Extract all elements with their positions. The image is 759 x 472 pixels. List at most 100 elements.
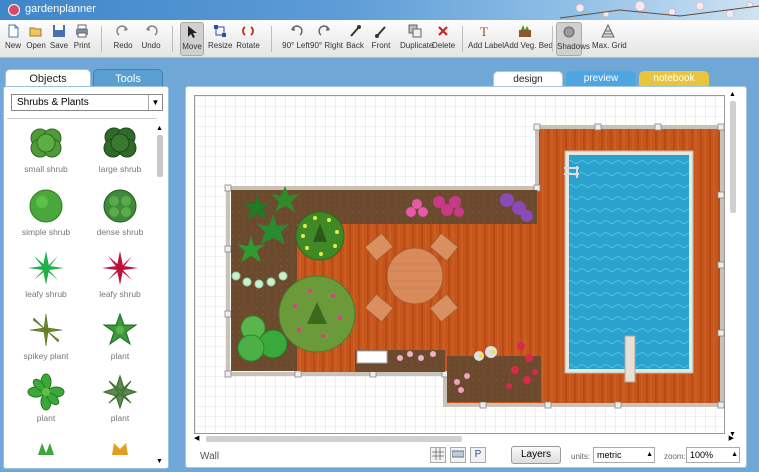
grid-view-button[interactable] (430, 447, 446, 463)
plant-item-partial[interactable] (11, 433, 81, 463)
units-value: metric (597, 450, 622, 460)
plant-item-large-shrub[interactable]: large shrub (85, 122, 155, 182)
shadows-button[interactable]: Shadows (556, 22, 590, 56)
canvas-vertical-scrollbar[interactable]: ▲ ▼ (728, 91, 738, 438)
scroll-left-icon[interactable]: ◀ (194, 434, 199, 442)
scroll-thumb[interactable] (157, 135, 163, 177)
delete-button[interactable]: Delete (432, 22, 455, 56)
move-button-label: Move (182, 42, 202, 51)
canvas-horizontal-scrollbar[interactable]: ◀ ▶ (194, 435, 734, 443)
open-button[interactable]: Open (26, 22, 46, 56)
resize-icon (214, 25, 226, 37)
redo-button[interactable]: Redo (112, 22, 134, 56)
add-veg-bed-button[interactable]: Add Veg. Bed (504, 22, 553, 56)
new-button[interactable]: New (4, 22, 22, 56)
plant-item-partial[interactable] (85, 433, 155, 463)
back-button-label: Back (346, 41, 364, 50)
add-label-button-label: Add Label (468, 41, 505, 50)
back-button[interactable]: Back (344, 22, 366, 56)
redo-icon (116, 25, 128, 36)
tab-objects[interactable]: Objects (5, 69, 91, 87)
layers-button[interactable]: Layers (511, 446, 561, 464)
save-button[interactable]: Save (49, 22, 69, 56)
garden-plan-drawing[interactable] (195, 96, 725, 434)
shadows-button-label: Shadows (557, 42, 590, 51)
leafy-plant-icon (27, 373, 65, 411)
ruler-view-button[interactable] (450, 447, 466, 463)
plant-item-leafy-shrub-green[interactable]: leafy shrub (11, 247, 81, 307)
plant-item-label: leafy shrub (99, 289, 141, 299)
units-dropdown[interactable]: metric ▲ (593, 447, 655, 463)
undo-icon (146, 25, 158, 36)
chevron-down-icon[interactable]: ▼ (148, 95, 162, 110)
units-label: units: (571, 452, 591, 461)
rotate-button[interactable]: Rotate (236, 22, 260, 56)
plant-item-dense-shrub[interactable]: dense shrub (85, 185, 155, 245)
partial-flower-icon (112, 443, 128, 455)
add-label-button[interactable]: T Add Label (468, 22, 505, 56)
max-grid-button-label: Max. Grid (592, 41, 627, 50)
move-cursor-icon (188, 26, 197, 38)
plant-item-label: dense shrub (96, 227, 144, 237)
selected-object-label: Wall (200, 451, 220, 462)
toolbar-divider (552, 26, 553, 52)
plant-item-plant-star[interactable]: plant (85, 309, 155, 369)
max-grid-button[interactable]: Max. Grid (592, 22, 627, 56)
scroll-thumb[interactable] (206, 436, 462, 442)
scroll-thumb[interactable] (730, 101, 736, 213)
scroll-up-icon[interactable]: ▲ (156, 125, 163, 132)
resize-button-label: Resize (208, 41, 233, 50)
plant-item-small-shrub[interactable]: small shrub (11, 122, 81, 182)
veg-bed-icon (519, 25, 531, 37)
scroll-up-icon[interactable]: ▲ (729, 91, 736, 98)
tab-tools[interactable]: Tools (93, 69, 163, 87)
move-button[interactable]: Move (180, 22, 204, 56)
plant-item-plant-grey[interactable]: plant (85, 371, 155, 431)
new-button-label: New (4, 41, 21, 50)
send-back-icon (350, 25, 361, 37)
category-dropdown[interactable]: Shrubs & Plants ▼ (11, 94, 163, 111)
new-file-icon (8, 24, 19, 38)
plant-item-label: plant (36, 413, 56, 423)
chevron-down-icon[interactable]: ▲ (731, 448, 738, 462)
tab-preview[interactable]: preview (566, 71, 636, 86)
rotate-90-right-button[interactable]: 90° Right (310, 22, 343, 56)
rotate-icon (242, 26, 254, 36)
print-button[interactable]: Print (72, 22, 92, 56)
leafy-shrub-green-icon (28, 251, 64, 285)
plant-list-button[interactable]: P (470, 447, 486, 463)
undo-button[interactable]: Undo (140, 22, 162, 56)
zoom-label: zoom: (664, 452, 686, 461)
chevron-down-icon[interactable]: ▲ (646, 448, 653, 462)
front-button[interactable]: Front (370, 22, 392, 56)
open-folder-icon (29, 27, 42, 37)
tab-design[interactable]: design (493, 71, 563, 86)
print-button-label: Print (73, 41, 91, 50)
design-canvas[interactable] (194, 95, 725, 434)
zoom-dropdown[interactable]: 100% ▲ (686, 447, 740, 463)
plant-item-plant-leafy[interactable]: plant (11, 371, 81, 431)
blossom-decoration (560, 0, 759, 19)
max-grid-icon (601, 24, 615, 38)
front-button-label: Front (371, 41, 391, 50)
duplicate-button[interactable]: Duplicate (400, 22, 433, 56)
plant-item-leafy-shrub-red[interactable]: leafy shrub (85, 247, 155, 307)
tab-notebook[interactable]: notebook (639, 71, 709, 86)
plant-item-simple-shrub[interactable]: simple shrub (11, 185, 81, 245)
leafy-shrub-red-icon (102, 251, 138, 285)
bring-front-icon (375, 26, 386, 38)
scroll-down-icon[interactable]: ▼ (156, 458, 163, 465)
scroll-right-icon[interactable]: ▶ (729, 434, 734, 442)
swimming-pool[interactable] (564, 150, 694, 383)
rotate-button-label: Rotate (236, 41, 260, 50)
rotate-left-icon (291, 25, 303, 36)
rotate-90-left-label: 90° Left (282, 41, 310, 50)
dense-shrub-icon (103, 189, 137, 223)
app-logo-icon (8, 4, 20, 16)
rotate-90-left-button[interactable]: 90° Left (281, 22, 311, 56)
duplicate-icon (408, 24, 422, 38)
resize-button[interactable]: Resize (208, 22, 232, 56)
zoom-value: 100% (690, 450, 714, 460)
plant-library-scrollbar[interactable]: ▲ ▼ (156, 125, 164, 465)
plant-item-spikey-plant[interactable]: spikey plant (11, 309, 81, 369)
